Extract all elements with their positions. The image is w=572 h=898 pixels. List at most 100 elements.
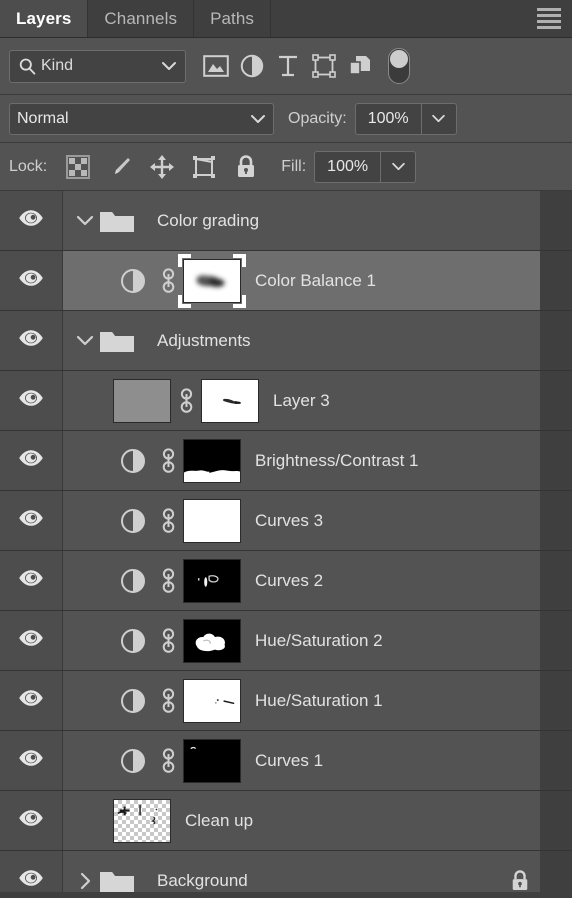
layer-mask-thumbnail-wrapper[interactable] [201, 378, 259, 423]
layer-mask-thumbnail[interactable] [183, 258, 241, 303]
adjustment-half-circle-icon[interactable] [113, 748, 153, 774]
blend-mode-dropdown[interactable]: Normal [9, 102, 274, 135]
filter-adjustment-layers-icon[interactable] [234, 48, 270, 84]
layer-row[interactable]: Layer 3 [0, 371, 572, 431]
layer-row-body[interactable]: Hue/Saturation 1 [63, 671, 540, 730]
layer-visibility-toggle[interactable] [0, 731, 63, 790]
link-chain-icon[interactable] [153, 447, 183, 475]
layer-mask-thumbnail[interactable] [183, 438, 241, 483]
layer-visibility-toggle[interactable] [0, 431, 63, 490]
layer-row[interactable]: Curves 3 [0, 491, 572, 551]
fill-value[interactable]: 100% [315, 151, 382, 182]
layer-mask-thumbnail-wrapper[interactable] [183, 618, 241, 663]
link-chain-icon[interactable] [153, 267, 183, 295]
lock-image-pixels-icon[interactable] [99, 150, 141, 184]
adjustment-half-circle-icon[interactable] [113, 628, 153, 654]
layer-visibility-toggle[interactable] [0, 311, 63, 370]
link-chain-icon[interactable] [153, 567, 183, 595]
link-chain-icon[interactable] [153, 627, 183, 655]
layer-row-body[interactable]: Background [63, 851, 540, 898]
layer-mask-thumbnail[interactable] [183, 558, 241, 603]
layer-row[interactable]: Background [0, 851, 572, 898]
layer-name[interactable]: Curves 1 [255, 751, 530, 771]
layer-row-body[interactable]: Hue/Saturation 2 [63, 611, 540, 670]
layer-visibility-toggle[interactable] [0, 671, 63, 730]
layer-row[interactable]: Clean up [0, 791, 572, 851]
adjustment-half-circle-icon[interactable] [113, 688, 153, 714]
filter-smart-object-layers-icon[interactable] [342, 48, 378, 84]
layer-mask-thumbnail[interactable] [183, 498, 241, 543]
layer-visibility-toggle[interactable] [0, 491, 63, 550]
layer-row[interactable]: Hue/Saturation 1 [0, 671, 572, 731]
layer-name[interactable]: Hue/Saturation 2 [255, 631, 530, 651]
layer-mask-thumbnail[interactable] [201, 378, 259, 423]
layer-row[interactable]: Hue/Saturation 2 [0, 611, 572, 671]
layer-name[interactable]: Curves 3 [255, 511, 530, 531]
group-collapse-chevron-down-icon[interactable] [71, 335, 99, 346]
layer-visibility-toggle[interactable] [0, 791, 63, 850]
layer-visibility-toggle[interactable] [0, 371, 63, 430]
layer-mask-thumbnail-wrapper[interactable] [183, 558, 241, 603]
fill-field[interactable]: 100% [314, 150, 417, 183]
layer-row-body[interactable]: Curves 1 [63, 731, 540, 790]
layer-mask-thumbnail-wrapper[interactable] [178, 253, 246, 308]
fill-dropdown-chevron-down-icon[interactable] [381, 152, 415, 182]
link-chain-icon[interactable] [153, 507, 183, 535]
layer-visibility-toggle[interactable] [0, 251, 63, 310]
filter-type-layers-icon[interactable] [270, 48, 306, 84]
layer-row[interactable]: Color grading [0, 191, 572, 251]
filter-kind-dropdown[interactable]: Kind [9, 49, 186, 83]
filter-shape-layers-icon[interactable] [306, 48, 342, 84]
layer-row[interactable]: Curves 2 [0, 551, 572, 611]
filter-pixel-layers-icon[interactable] [198, 48, 234, 84]
layer-visibility-toggle[interactable] [0, 611, 63, 670]
layer-name[interactable]: Color Balance 1 [255, 271, 530, 291]
layer-name[interactable]: Adjustments [157, 331, 530, 351]
adjustment-half-circle-icon[interactable] [113, 448, 153, 474]
layer-row-body[interactable]: Brightness/Contrast 1 [63, 431, 540, 490]
layer-mask-thumbnail-wrapper[interactable] [183, 498, 241, 543]
opacity-dropdown-chevron-down-icon[interactable] [422, 104, 456, 134]
tab-paths[interactable]: Paths [194, 0, 272, 37]
panel-menu-button[interactable] [526, 0, 572, 37]
layer-visibility-toggle[interactable] [0, 191, 63, 250]
layer-name[interactable]: Color grading [157, 211, 530, 231]
layer-visibility-toggle[interactable] [0, 551, 63, 610]
filter-enable-toggle[interactable] [388, 48, 410, 84]
link-chain-icon[interactable] [153, 687, 183, 715]
layer-name[interactable]: Background [157, 871, 502, 891]
layer-thumbnail[interactable] [113, 378, 171, 423]
layer-mask-thumbnail-wrapper[interactable] [183, 738, 241, 783]
layer-row-body[interactable]: Color Balance 1 [63, 251, 540, 310]
opacity-value[interactable]: 100% [356, 103, 422, 134]
lock-all-icon[interactable] [225, 150, 267, 184]
link-chain-icon[interactable] [153, 747, 183, 775]
layer-row-body[interactable]: Curves 2 [63, 551, 540, 610]
layer-thumbnail[interactable] [113, 798, 171, 843]
group-collapse-chevron-down-icon[interactable] [71, 215, 99, 226]
group-expand-chevron-right-icon[interactable] [71, 872, 99, 890]
layer-row-body[interactable]: Color grading [63, 191, 540, 250]
layer-mask-thumbnail[interactable] [183, 678, 241, 723]
link-chain-icon[interactable] [171, 387, 201, 415]
opacity-field[interactable]: 100% [354, 102, 457, 135]
layer-row[interactable]: Adjustments [0, 311, 572, 371]
tab-layers[interactable]: Layers [0, 0, 89, 37]
adjustment-half-circle-icon[interactable] [113, 268, 153, 294]
layer-name[interactable]: Brightness/Contrast 1 [255, 451, 530, 471]
layer-row[interactable]: Brightness/Contrast 1 [0, 431, 572, 491]
layer-name[interactable]: Hue/Saturation 1 [255, 691, 530, 711]
layer-mask-thumbnail[interactable] [183, 738, 241, 783]
layer-mask-thumbnail-wrapper[interactable] [183, 678, 241, 723]
lock-position-icon[interactable] [141, 150, 183, 184]
layer-name[interactable]: Clean up [185, 811, 530, 831]
layer-row-body[interactable]: Curves 3 [63, 491, 540, 550]
layer-row[interactable]: Color Balance 1 [0, 251, 572, 311]
lock-artboard-nesting-icon[interactable] [183, 150, 225, 184]
layer-mask-thumbnail[interactable] [183, 618, 241, 663]
layer-list[interactable]: Color grading Color Balance 1 Adjustment… [0, 191, 572, 898]
adjustment-half-circle-icon[interactable] [113, 508, 153, 534]
tab-channels[interactable]: Channels [88, 0, 195, 37]
layer-visibility-toggle[interactable] [0, 851, 63, 898]
layer-row[interactable]: Curves 1 [0, 731, 572, 791]
